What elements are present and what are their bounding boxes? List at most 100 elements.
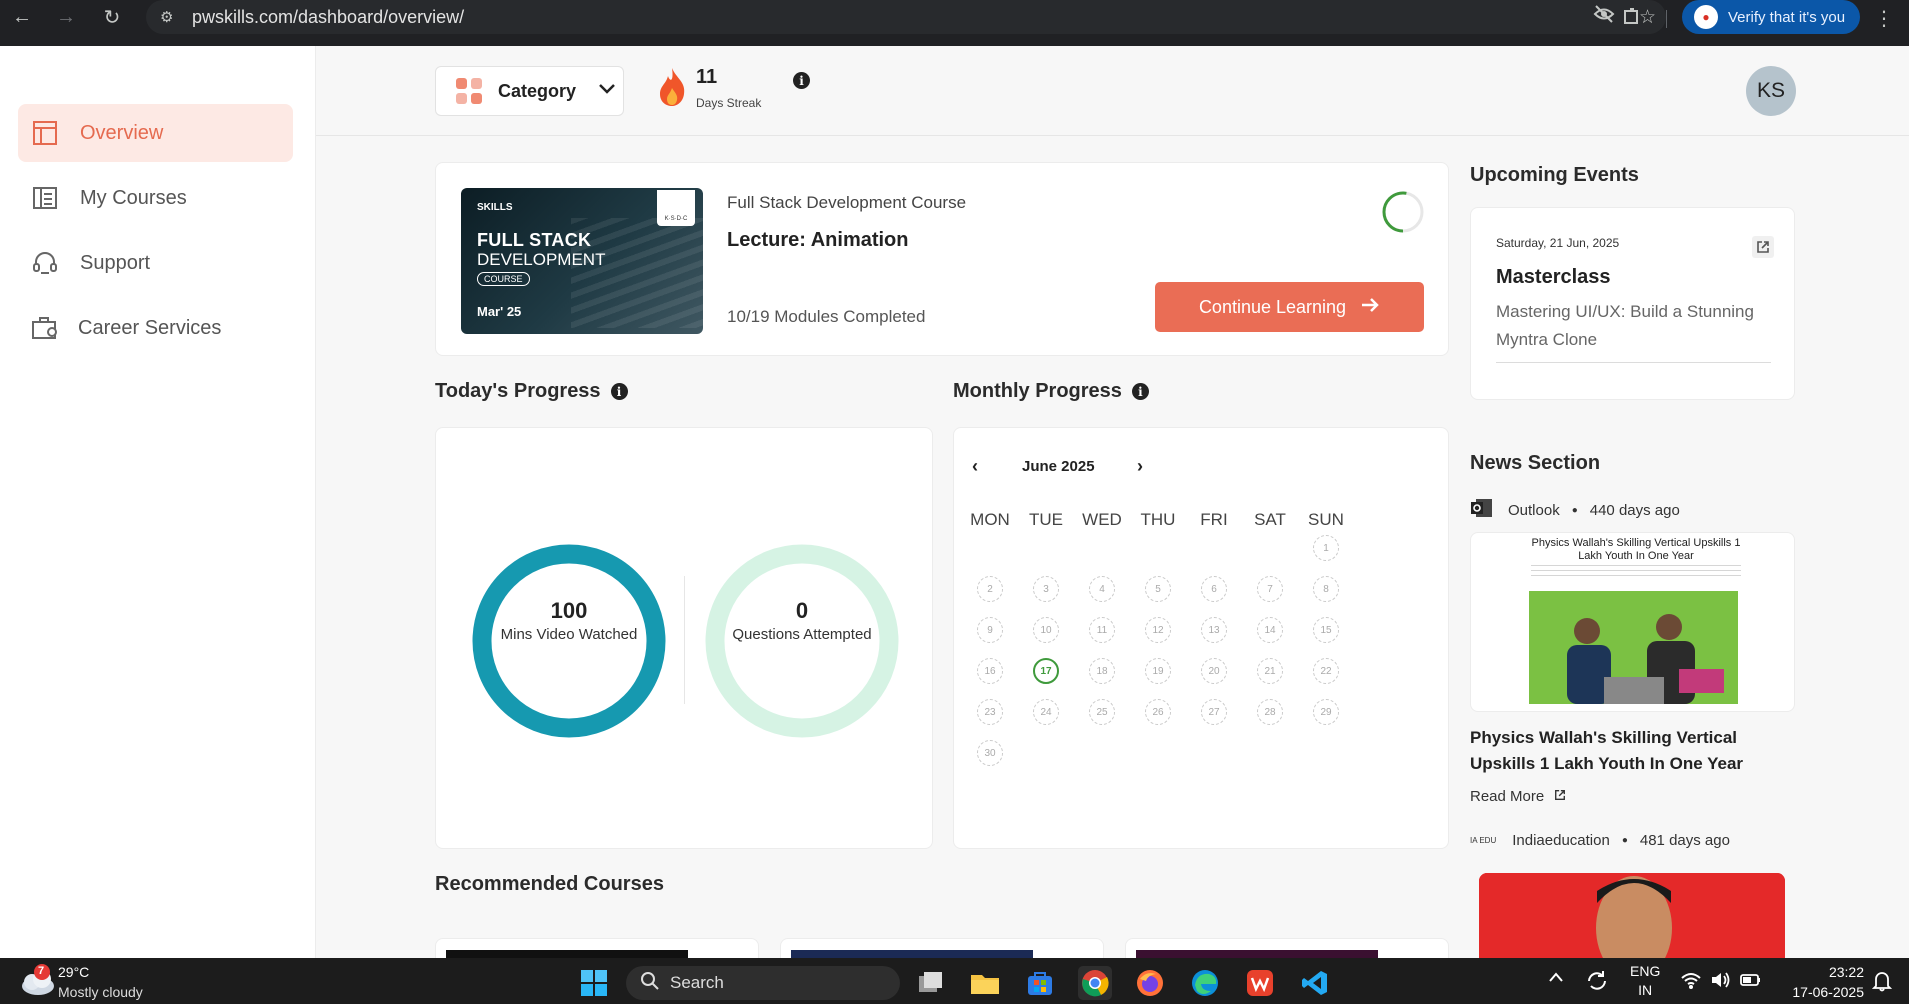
video-label: Mins Video Watched	[500, 626, 638, 643]
weather-widget[interactable]: 7 29°C Mostly cloudy	[18, 962, 143, 1003]
taskbar-search[interactable]: Search	[626, 966, 900, 1000]
calendar-day[interactable]: 23	[977, 699, 1003, 725]
calendar-day[interactable]: 5	[1145, 576, 1171, 602]
event-card[interactable]: Saturday, 21 Jun, 2025 Masterclass Maste…	[1470, 207, 1795, 400]
wifi-icon[interactable]	[1680, 970, 1702, 993]
menu-icon[interactable]: ⋮	[1874, 6, 1894, 31]
news-image[interactable]	[1479, 873, 1785, 958]
calendar-day[interactable]: 9	[977, 617, 1003, 643]
search-label: Search	[670, 973, 724, 992]
news-image[interactable]: Physics Wallah's Skilling Vertical Upski…	[1470, 532, 1795, 712]
calendar-day[interactable]: 8	[1313, 576, 1339, 602]
file-explorer-icon[interactable]	[968, 966, 1002, 1000]
prev-month-button[interactable]: ‹	[972, 456, 978, 477]
video-stat: 100 Mins Video Watched	[499, 598, 639, 646]
volume-icon[interactable]	[1710, 970, 1732, 993]
system-clock[interactable]: 23:22 17-06-2025	[1782, 962, 1864, 1002]
sidebar-item-overview[interactable]: Overview	[18, 104, 293, 162]
temperature: 29°C	[58, 964, 90, 980]
sync-icon[interactable]	[1585, 969, 1609, 996]
external-link-icon[interactable]	[1752, 236, 1774, 258]
chevron-up-icon[interactable]	[1548, 970, 1564, 986]
calendar-day[interactable]: 13	[1201, 617, 1227, 643]
video-value: 100	[550, 598, 588, 623]
back-icon[interactable]: ←	[0, 0, 44, 34]
top-bar: Category 11 Days Streak i KS	[316, 46, 1909, 136]
calendar-day[interactable]: 12	[1145, 617, 1171, 643]
recommended-course-card[interactable]	[435, 938, 759, 959]
course-thumbnail[interactable]: SKILLS K·S·D·C FULL STACK DEVELOPMENT CO…	[461, 188, 703, 334]
calendar-day[interactable]: 22	[1313, 658, 1339, 684]
news-source[interactable]: Outlook	[1508, 502, 1560, 519]
extensions-icon[interactable]	[1622, 6, 1642, 32]
recommended-course-card[interactable]	[780, 938, 1104, 959]
news-meta: IA EDU Indiaeducation ● 481 days ago	[1470, 832, 1730, 849]
calendar-day-today[interactable]: 17	[1033, 658, 1059, 684]
info-icon[interactable]: i	[793, 72, 810, 89]
calendar-day[interactable]: 14	[1257, 617, 1283, 643]
windows-start-icon[interactable]	[577, 966, 611, 1000]
category-dropdown[interactable]: Category	[435, 66, 624, 116]
profile-alert-icon: ●	[1694, 5, 1718, 29]
battery-icon[interactable]	[1740, 971, 1762, 992]
calendar-day[interactable]: 11	[1089, 617, 1115, 643]
calendar-day[interactable]: 30	[977, 740, 1003, 766]
sidebar-item-support[interactable]: Support	[18, 234, 293, 292]
read-more-link[interactable]: Read More	[1470, 788, 1566, 805]
calendar-day[interactable]: 26	[1145, 699, 1171, 725]
info-icon[interactable]: i	[1131, 383, 1149, 400]
avatar[interactable]: KS	[1746, 66, 1796, 116]
calendar-day[interactable]: 19	[1145, 658, 1171, 684]
site-settings-icon[interactable]: ⚙	[160, 8, 184, 26]
language-indicator[interactable]: ENG IN	[1630, 962, 1660, 1000]
thumbnail-brand: SKILLS	[477, 202, 513, 213]
continue-learning-button[interactable]: Continue Learning	[1155, 282, 1424, 332]
calendar-day[interactable]: 4	[1089, 576, 1115, 602]
task-view-icon[interactable]	[914, 966, 948, 1000]
news-meta: Outlook ● 440 days ago	[1470, 496, 1680, 524]
sidebar-item-career-services[interactable]: Career Services	[18, 299, 293, 357]
lecture-title: Lecture: Animation	[727, 229, 909, 251]
calendar-day[interactable]: 7	[1257, 576, 1283, 602]
calendar-day[interactable]: 29	[1313, 699, 1339, 725]
calendar-day-of-week: FRI	[1200, 510, 1228, 529]
calendar-day[interactable]: 21	[1257, 658, 1283, 684]
eye-off-icon[interactable]	[1593, 4, 1615, 30]
calendar-day[interactable]: 27	[1201, 699, 1227, 725]
reload-icon[interactable]: ↻	[90, 0, 134, 34]
info-icon[interactable]: i	[610, 383, 628, 400]
wps-office-icon[interactable]	[1243, 966, 1277, 1000]
verify-profile-button[interactable]: ● Verify that it's you	[1682, 0, 1860, 34]
calendar-day[interactable]: 18	[1089, 658, 1115, 684]
calendar-day[interactable]: 25	[1089, 699, 1115, 725]
news-headline[interactable]: Physics Wallah's Skilling Vertical Upski…	[1470, 725, 1795, 777]
calendar-day[interactable]: 28	[1257, 699, 1283, 725]
store-icon[interactable]	[1023, 966, 1057, 1000]
sidebar-item-label: Overview	[80, 121, 164, 144]
sidebar-item-label: Support	[80, 251, 151, 274]
news-age: 440 days ago	[1589, 501, 1680, 519]
calendar-day[interactable]: 10	[1033, 617, 1059, 643]
calendar-day[interactable]: 20	[1201, 658, 1227, 684]
url-text[interactable]: pwskills.com/dashboard/overview/	[192, 7, 464, 28]
news-image-headline: Physics Wallah's Skilling Vertical Upski…	[1531, 537, 1741, 562]
calendar-day[interactable]: 15	[1313, 617, 1339, 643]
calendar-day[interactable]: 16	[977, 658, 1003, 684]
firefox-icon[interactable]	[1133, 966, 1167, 1000]
calendar-day[interactable]: 24	[1033, 699, 1059, 725]
sidebar-item-my-courses[interactable]: My Courses	[18, 169, 293, 227]
forward-icon[interactable]: →	[44, 0, 88, 34]
edge-icon[interactable]	[1188, 966, 1222, 1000]
calendar-day[interactable]: 1	[1313, 535, 1339, 561]
address-bar[interactable]: ⚙ pwskills.com/dashboard/overview/ ☆	[146, 0, 1666, 34]
news-source[interactable]: Indiaeducation	[1512, 832, 1610, 849]
calendar-day[interactable]: 6	[1201, 576, 1227, 602]
notifications-bell-icon[interactable]	[1871, 970, 1893, 995]
next-month-button[interactable]: ›	[1137, 456, 1143, 477]
vscode-icon[interactable]	[1298, 966, 1332, 1000]
recommended-course-card[interactable]	[1125, 938, 1449, 959]
external-link-icon	[1554, 788, 1566, 805]
chrome-icon[interactable]	[1078, 966, 1112, 1000]
calendar-day[interactable]: 2	[977, 576, 1003, 602]
calendar-day[interactable]: 3	[1033, 576, 1059, 602]
